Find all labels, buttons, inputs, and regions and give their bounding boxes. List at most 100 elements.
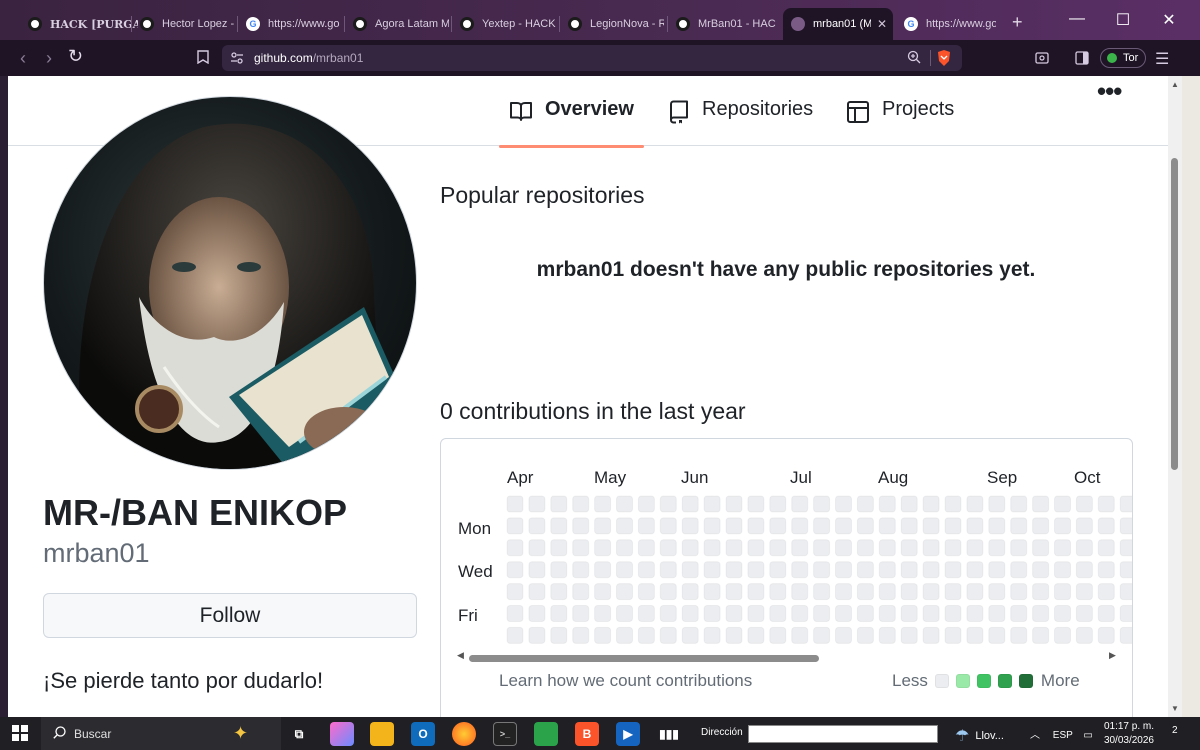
contribution-day-cell[interactable] xyxy=(659,626,677,644)
contribution-day-cell[interactable] xyxy=(835,605,852,622)
contribution-day-cell[interactable] xyxy=(747,517,765,535)
contribution-day-cell[interactable] xyxy=(637,517,655,535)
minimize-button[interactable]: — xyxy=(1054,10,1100,28)
contribution-day-cell[interactable] xyxy=(900,539,918,557)
contribution-day-cell[interactable] xyxy=(1054,495,1071,513)
follow-button[interactable]: Follow xyxy=(43,593,417,638)
contribution-day-cell[interactable] xyxy=(813,517,831,535)
contribution-day-cell[interactable] xyxy=(725,561,743,579)
contribution-day-cell[interactable] xyxy=(1032,605,1050,622)
contribution-day-cell[interactable] xyxy=(791,583,809,601)
contribution-day-cell[interactable] xyxy=(572,561,590,579)
contribution-day-cell[interactable] xyxy=(988,561,1006,579)
zoom-icon[interactable] xyxy=(907,50,921,67)
contribution-day-cell[interactable] xyxy=(637,605,655,622)
contribution-day-cell[interactable] xyxy=(878,583,896,601)
contribution-day-cell[interactable] xyxy=(1097,605,1115,622)
terminal-icon[interactable]: >_ xyxy=(493,722,517,746)
contribution-day-cell[interactable] xyxy=(681,495,699,513)
contribution-day-cell[interactable] xyxy=(988,517,1006,535)
contribution-day-cell[interactable] xyxy=(944,605,962,622)
contribution-day-cell[interactable] xyxy=(506,561,524,579)
contribution-day-cell[interactable] xyxy=(769,561,787,579)
contribution-day-cell[interactable] xyxy=(835,561,852,579)
contribution-day-cell[interactable] xyxy=(681,539,699,557)
contribution-day-cell[interactable] xyxy=(1054,605,1071,622)
contribution-day-cell[interactable] xyxy=(1032,495,1050,513)
contribution-day-cell[interactable] xyxy=(856,561,874,579)
store-icon[interactable] xyxy=(534,722,558,746)
learn-contributions-link[interactable]: Learn how we count contributions xyxy=(499,671,752,691)
reader-mode-icon[interactable] xyxy=(1035,51,1049,68)
contribution-day-cell[interactable] xyxy=(769,626,787,644)
contribution-day-cell[interactable] xyxy=(747,626,765,644)
contribution-day-cell[interactable] xyxy=(1032,539,1050,557)
contribution-day-cell[interactable] xyxy=(528,539,546,557)
contribution-day-cell[interactable] xyxy=(725,626,743,644)
contribution-day-cell[interactable] xyxy=(594,495,612,513)
contribution-day-cell[interactable] xyxy=(1075,495,1093,513)
contribution-day-cell[interactable] xyxy=(550,626,568,644)
contribution-day-cell[interactable] xyxy=(813,495,831,513)
contribution-day-cell[interactable] xyxy=(572,517,590,535)
contribution-day-cell[interactable] xyxy=(988,539,1006,557)
contribution-day-cell[interactable] xyxy=(1097,495,1115,513)
contribution-day-cell[interactable] xyxy=(856,517,874,535)
vertical-scrollbar-thumb[interactable] xyxy=(1171,158,1178,470)
contribution-day-cell[interactable] xyxy=(835,539,852,557)
contribution-day-cell[interactable] xyxy=(988,626,1006,644)
contribution-day-cell[interactable] xyxy=(1032,517,1050,535)
contribution-day-cell[interactable] xyxy=(659,583,677,601)
contribution-day-cell[interactable] xyxy=(747,583,765,601)
contribution-day-cell[interactable] xyxy=(1032,561,1050,579)
contribution-day-cell[interactable] xyxy=(703,539,721,557)
weather-widget[interactable]: ☂ Llov... xyxy=(955,726,1004,746)
contribution-day-cell[interactable] xyxy=(594,517,612,535)
notification-badge[interactable]: 2 xyxy=(1172,725,1178,736)
back-icon[interactable]: ‹ xyxy=(20,48,26,69)
contribution-day-cell[interactable] xyxy=(900,517,918,535)
contribution-day-cell[interactable] xyxy=(769,605,787,622)
close-window-button[interactable]: ✕ xyxy=(1146,10,1192,30)
tab-projects[interactable]: Projects xyxy=(846,98,954,146)
contribution-day-cell[interactable] xyxy=(835,495,852,513)
contribution-day-cell[interactable] xyxy=(506,517,524,535)
contribution-day-cell[interactable] xyxy=(922,561,940,579)
copilot-icon[interactable] xyxy=(330,722,354,746)
contribution-day-cell[interactable] xyxy=(725,583,743,601)
contribution-day-cell[interactable] xyxy=(966,605,984,622)
contribution-day-cell[interactable] xyxy=(1075,517,1093,535)
contribution-day-cell[interactable] xyxy=(1119,626,1133,644)
contribution-day-cell[interactable] xyxy=(725,539,743,557)
more-options-icon[interactable]: ••• xyxy=(1097,76,1122,107)
contribution-day-cell[interactable] xyxy=(506,495,524,513)
contribution-day-cell[interactable] xyxy=(725,517,743,535)
contribution-day-cell[interactable] xyxy=(703,495,721,513)
contribution-day-cell[interactable] xyxy=(1075,561,1093,579)
contribution-day-cell[interactable] xyxy=(572,495,590,513)
contribution-day-cell[interactable] xyxy=(1054,517,1071,535)
browser-tab-active[interactable]: mrban01 (M ✕ xyxy=(783,8,893,40)
contribution-day-cell[interactable] xyxy=(856,495,874,513)
firefox-icon[interactable] xyxy=(452,722,476,746)
menu-icon[interactable]: ☰ xyxy=(1155,49,1169,69)
tab-overview[interactable]: Overview xyxy=(499,98,644,148)
contribution-day-cell[interactable] xyxy=(878,561,896,579)
contribution-day-cell[interactable] xyxy=(637,495,655,513)
contribution-day-cell[interactable] xyxy=(922,583,940,601)
contribution-day-cell[interactable] xyxy=(1119,495,1133,513)
contribution-day-cell[interactable] xyxy=(922,495,940,513)
browser-tab[interactable]: G https://www.go xyxy=(896,8,1000,40)
contribution-day-cell[interactable] xyxy=(528,605,546,622)
contribution-day-cell[interactable] xyxy=(681,561,699,579)
forward-icon[interactable]: › xyxy=(46,48,52,69)
vertical-scrollbar[interactable]: ▲ ▼ xyxy=(1168,76,1182,717)
contribution-day-cell[interactable] xyxy=(659,495,677,513)
contribution-day-cell[interactable] xyxy=(1010,626,1028,644)
contribution-day-cell[interactable] xyxy=(878,517,896,535)
contribution-day-cell[interactable] xyxy=(988,605,1006,622)
contribution-day-cell[interactable] xyxy=(528,517,546,535)
contribution-day-cell[interactable] xyxy=(506,539,524,557)
contribution-day-cell[interactable] xyxy=(966,539,984,557)
contribution-day-cell[interactable] xyxy=(1010,605,1028,622)
